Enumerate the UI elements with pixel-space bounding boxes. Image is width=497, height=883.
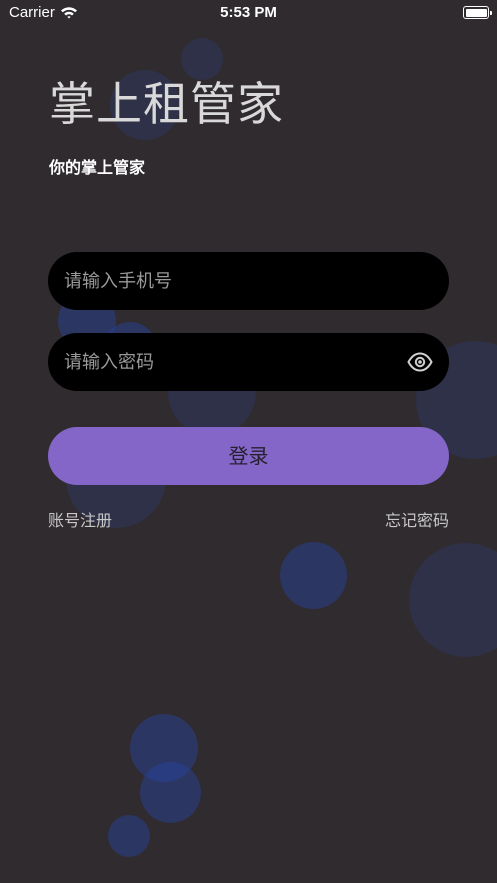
password-field[interactable] [48,333,449,391]
register-link[interactable]: 账号注册 [48,510,112,532]
login-screen: Carrier 5:53 PM 掌上租管家 你的掌上管家 请输入手机号 登录 账… [0,0,497,883]
background-bubble [140,762,201,823]
status-bar: Carrier 5:53 PM [0,0,497,26]
eye-icon[interactable] [407,350,433,374]
app-subtitle: 你的掌上管家 [49,158,146,177]
forgot-password-link[interactable]: 忘记密码 [385,510,449,532]
app-title: 掌上租管家 [49,77,284,131]
background-bubble [181,38,223,80]
background-bubble [409,543,497,657]
login-button[interactable]: 登录 [48,427,449,485]
phone-input[interactable] [64,252,394,310]
password-input[interactable] [64,333,394,391]
background-bubble [280,542,347,609]
background-bubble [108,815,150,857]
battery-icon [463,6,492,19]
status-time: 5:53 PM [220,4,277,21]
phone-field[interactable] [48,252,449,310]
